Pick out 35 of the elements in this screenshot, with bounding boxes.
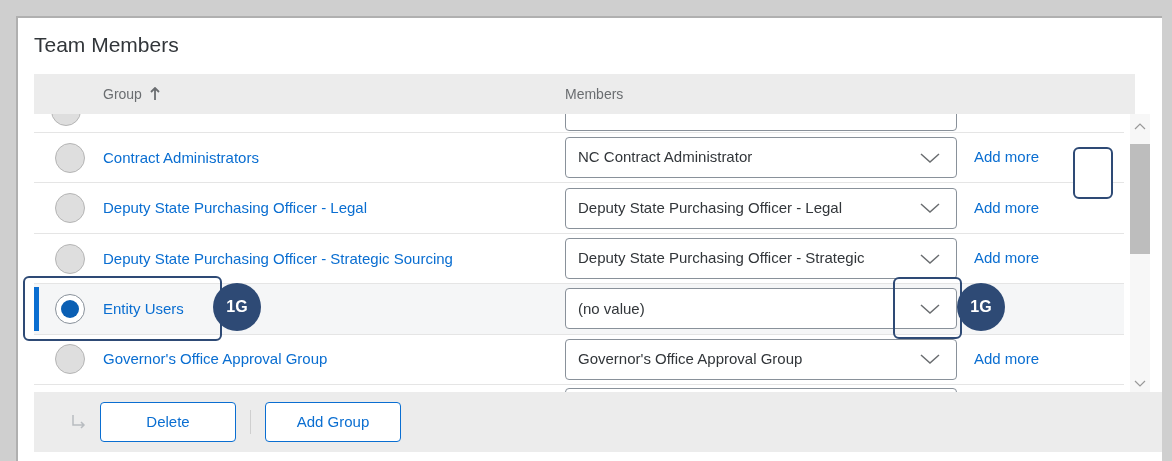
chevron-down-icon xyxy=(920,203,940,214)
section-title: Team Members xyxy=(34,32,180,58)
scroll-up-icon[interactable] xyxy=(1134,122,1147,130)
radio-button[interactable] xyxy=(54,193,85,224)
members-dropdown[interactable]: Deputy State Purchasing Officer - Legal xyxy=(565,187,957,229)
add-more-link[interactable]: Add more xyxy=(974,196,1040,220)
members-dropdown[interactable]: (no value) xyxy=(565,288,957,330)
delete-button[interactable]: Delete xyxy=(100,402,236,442)
radio-button[interactable] xyxy=(54,293,85,324)
group-link[interactable]: Governor's Office Approval Group xyxy=(103,350,328,368)
group-link[interactable]: Entity Users xyxy=(103,299,184,317)
column-header[interactable]: Group xyxy=(103,83,142,105)
radio-button[interactable] xyxy=(54,243,85,274)
scrollbar[interactable] xyxy=(1130,114,1150,392)
members-dropdown[interactable]: Deputy State Purchasing Officer - Strategic xyxy=(565,238,957,279)
add-more-link[interactable]: Add more xyxy=(974,146,1040,169)
chevron-down-icon xyxy=(920,303,940,314)
group-link[interactable]: Contract Administrators xyxy=(103,148,259,166)
radio-button[interactable] xyxy=(54,142,85,173)
group-link[interactable]: Deputy State Purchasing Officer - Legal xyxy=(103,199,368,217)
add-more-link[interactable]: Add more xyxy=(974,348,1040,371)
radio-button[interactable] xyxy=(54,344,85,375)
sort-ascending-icon[interactable] xyxy=(149,87,160,101)
chevron-down-icon xyxy=(920,354,940,365)
scroll-down-icon[interactable] xyxy=(1134,380,1147,388)
members-dropdown[interactable]: Governor's Office Approval Group xyxy=(565,338,957,380)
add-group-button[interactable]: Add Group xyxy=(265,402,401,442)
indent-arrow-icon xyxy=(70,414,86,430)
column-header[interactable]: Members xyxy=(565,83,624,105)
add-more-link[interactable]: Add more xyxy=(974,247,1040,270)
members-dropdown[interactable]: NC Contract Administrator xyxy=(565,137,957,179)
chevron-down-icon xyxy=(920,253,940,264)
group-link[interactable]: Deputy State Purchasing Officer - Strategic Sourcing xyxy=(103,249,453,267)
selection-bar xyxy=(34,287,39,331)
chevron-down-icon xyxy=(920,152,940,163)
